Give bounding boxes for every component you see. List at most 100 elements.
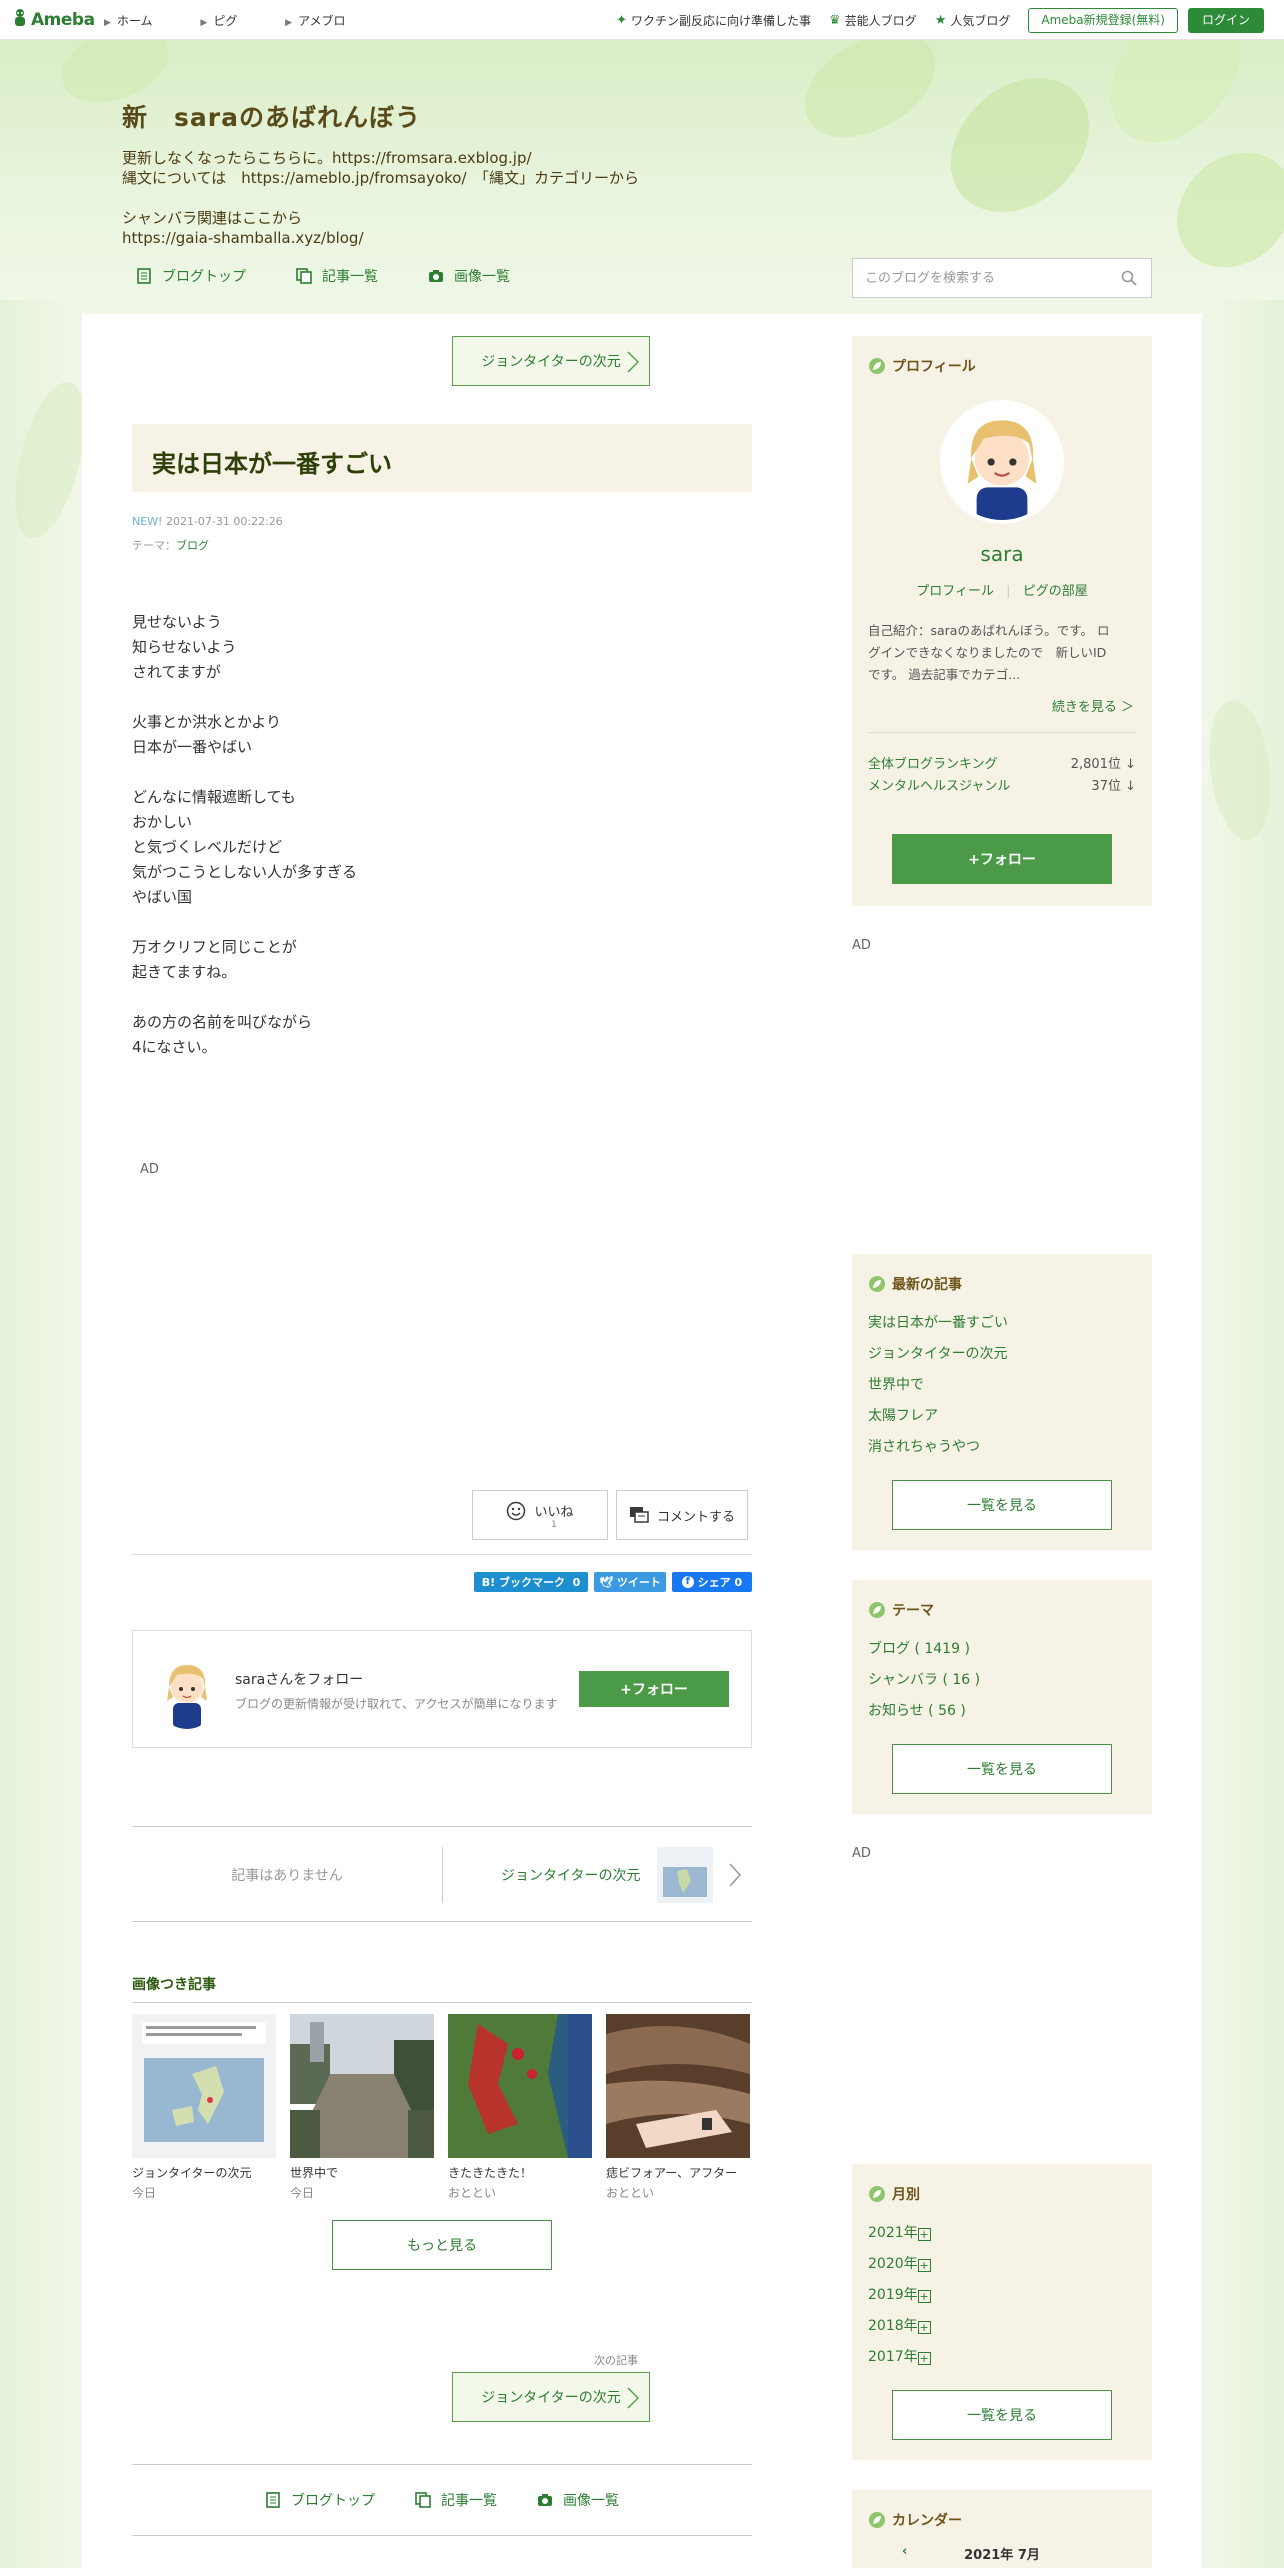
facebook-share-button[interactable]: f シェア 0 [672,1572,752,1592]
more-images-button[interactable]: もっと見る [332,2220,552,2270]
follow-button[interactable]: +フォロー [579,1671,729,1707]
genre-ranking-link[interactable]: メンタルヘルスジャンル [868,776,1010,798]
star-icon: ★ [934,13,947,28]
thumb-caption: ジョンタイターの次元 [132,2166,252,2180]
login-button[interactable]: ログイン [1187,8,1264,33]
month-link[interactable]: 2017年 + [868,2342,1136,2373]
expand-plus-icon[interactable]: + [917,2321,931,2334]
chevron-right-icon [627,351,639,373]
vaccine-link[interactable]: ✦ ワクチン副反応に向け準備した事 [616,12,811,29]
entry-meta: NEW! 2021-07-31 00:22:26 テーマ：ブログ [132,515,283,552]
next-entry-button[interactable]: ジョンタイターの次元 [452,2372,650,2422]
overall-ranking-link[interactable]: 全体ブログランキング [868,754,998,776]
sidebar-ad-label: AD [852,938,871,953]
month-title: 月別 [892,2187,920,2203]
pager-next-link[interactable]: ジョンタイターの次元 [443,1827,752,1923]
expand-plus-icon[interactable]: + [917,2290,931,2303]
latest-entry-link[interactable]: ジョンタイターの次元 [868,1339,1136,1370]
theme-title: テーマ [892,1603,934,1619]
profile-link[interactable]: プロフィール [916,584,994,599]
nav-home[interactable]: ▶ ホーム [104,14,175,28]
theme-see-all-button[interactable]: 一覧を見る [892,1744,1112,1794]
like-button[interactable]: いいね 1 [472,1490,608,1540]
profile-box: プロフィール sara プロフィール | ピグの部屋 自己紹介：saraのあばれ… [852,336,1152,906]
blog-top-link[interactable]: ブログトップ [136,266,246,286]
copy-icon [415,2492,431,2508]
ameba-logo[interactable]: Ameba [12,8,95,30]
expand-plus-icon[interactable]: + [917,2228,931,2241]
latest-entry-link[interactable]: 消されちゃうやつ [868,1432,1136,1463]
month-see-all-button[interactable]: 一覧を見る [892,2390,1112,2440]
chevron-right-icon [729,1863,741,1887]
register-button[interactable]: Ameba新規登録(無料) [1028,8,1178,33]
thumb-date: 今日 [132,2186,157,2200]
image-list-link[interactable]: 画像一覧 [428,266,510,286]
expand-plus-icon[interactable]: + [917,2259,931,2272]
thumb-item[interactable]: 世界中で 今日 [290,2014,434,2201]
month-link[interactable]: 2019年 + [868,2280,1136,2311]
search-icon[interactable] [1121,270,1137,286]
triangle-right-icon: ▶ [285,18,293,28]
thumb-date: 今日 [290,2186,315,2200]
avatar[interactable] [155,1657,219,1729]
profile-avatar[interactable] [944,404,1060,520]
latest-see-all-button[interactable]: 一覧を見る [892,1480,1112,1530]
ameba-topbar: Ameba ▶ ホーム ▶ ピグ ▶ アメブロ ✦ ワクチン副反応に向け準備した事 ♛ 芸… [0,0,1284,40]
smile-icon [507,1501,526,1521]
thumb-item[interactable]: きたきたきた！ おととい [448,2014,592,2201]
hatena-bookmark-button[interactable]: B! ブックマーク 0 [474,1572,588,1592]
copy-icon [296,268,312,284]
latest-entry-link[interactable]: 実は日本が一番すごい [868,1308,1136,1339]
nav-pigg[interactable]: ▶ ピグ [200,14,259,28]
month-link[interactable]: 2018年 + [868,2311,1136,2342]
entry-list-link[interactable]: 記事一覧 [296,266,378,286]
thumb-image [606,2014,750,2158]
blog-title[interactable]: 新 saraのあばれんぼう [122,98,639,134]
search-input[interactable] [853,259,1103,297]
tweet-button[interactable]: 🕊 ツイート [594,1572,666,1592]
blog-global-nav: ブログトップ 記事一覧 画像一覧 [136,266,560,286]
read-more-link[interactable]: 続きを見る ＞ [1052,696,1134,715]
latest-entry-link[interactable]: 世界中で [868,1370,1136,1401]
thumb-item[interactable]: ジョンタイターの次元 今日 [132,2014,276,2201]
sidebar-follow-button[interactable]: +フォロー [892,834,1112,884]
footer-nav: ブログトップ 記事一覧 画像一覧 [132,2464,752,2536]
image-articles-title: 画像つき記事 [132,1974,752,2003]
comment-icon [629,1507,649,1523]
pigg-room-link[interactable]: ピグの部屋 [1023,584,1088,599]
ad-label: AD [140,1162,159,1177]
month-link[interactable]: 2021年 + [868,2218,1136,2249]
theme-link[interactable]: シャンバラ ( 16 ) [868,1665,1136,1696]
latest-entry-link[interactable]: 太陽フレア [868,1401,1136,1432]
theme-box: テーマ ブログ ( 1419 ) シャンバラ ( 16 ) お知らせ ( 56 … [852,1580,1152,1814]
monthly-archive-box: 月別 2021年 + 2020年 + 2019年 + 2018年 + 2017年 + 一覧… [852,2164,1152,2460]
footer-image-list-link[interactable]: 画像一覧 [537,2490,619,2510]
thumb-item[interactable]: 痣ビフォアー、アフター おととい [606,2014,750,2201]
celebrity-blog-link[interactable]: ♛ 芸能人ブログ [829,12,917,29]
theme-link[interactable]: ブログ ( 1419 ) [868,1634,1136,1665]
thumb-date: おととい [606,2186,655,2200]
blog-description: 更新しなくなったらこちらに。https://fromsara.exblog.jp… [122,149,640,247]
comment-button[interactable]: コメントする [616,1490,748,1540]
leaf-icon [869,1276,885,1292]
month-link[interactable]: 2020年 + [868,2249,1136,2280]
twitter-bird-icon: 🕊 [599,1575,614,1589]
footer-entry-list-link[interactable]: 記事一覧 [415,2490,497,2510]
next-entry-small-label: 次の記事 [594,2354,638,2367]
document-icon [137,268,151,284]
calendar-prev-icon[interactable]: ‹ [902,2544,907,2559]
popular-blog-link[interactable]: ★ 人気ブログ [935,12,1011,29]
theme-link[interactable]: お知らせ ( 56 ) [868,1696,1136,1727]
nav-ameblo[interactable]: ▶ アメブロ [285,14,367,28]
latest-entries-box: 最新の記事 実は日本が一番すごい ジョンタイターの次元 世界中で 太陽フレア 消… [852,1254,1152,1550]
calendar-box: カレンダー ‹ 2021年 7月 [852,2490,1152,2568]
leaf-icon [869,2186,885,2202]
like-count: 1 [551,1519,557,1530]
footer-blog-top-link[interactable]: ブログトップ [265,2490,375,2510]
entry-title-box: 実は日本が一番すごい [132,424,752,492]
entry-theme-link[interactable]: ブログ [176,539,209,552]
profile-name[interactable]: sara [852,542,1152,566]
expand-plus-icon[interactable]: + [917,2352,931,2365]
prev-entry-button[interactable]: ジョンタイターの次元 [452,336,650,386]
entry-title[interactable]: 実は日本が一番すごい [152,444,732,479]
